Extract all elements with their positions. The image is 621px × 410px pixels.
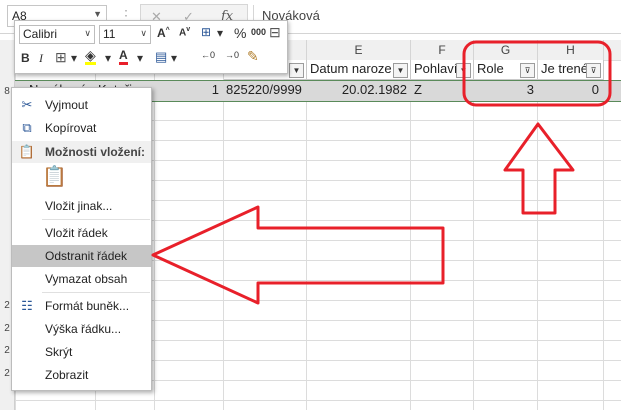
annotation-overlay bbox=[151, 40, 612, 305]
highlight-box bbox=[462, 40, 612, 107]
left-arrow-annotation bbox=[151, 205, 445, 305]
up-arrow-annotation bbox=[503, 122, 575, 215]
